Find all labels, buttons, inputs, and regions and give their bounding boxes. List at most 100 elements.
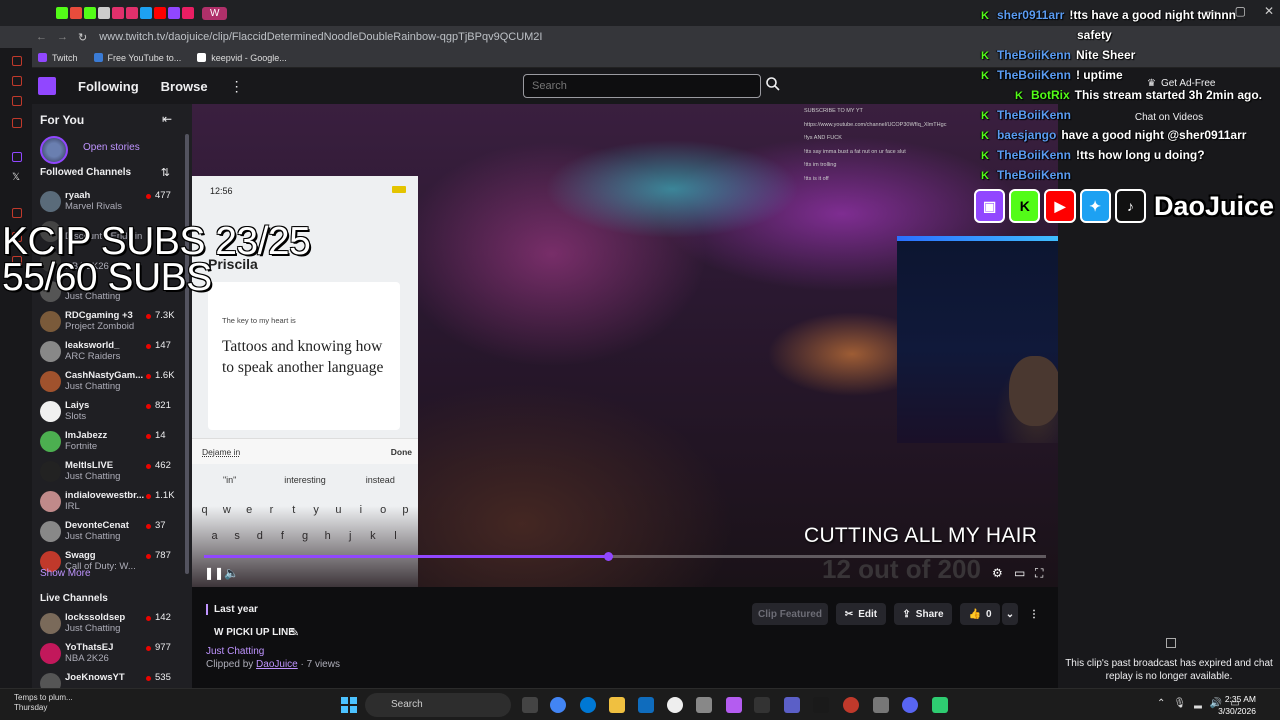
search-input[interactable] bbox=[523, 74, 761, 98]
channel-item[interactable]: CashNastyGam... Just Chatting 1.6K bbox=[40, 368, 184, 398]
typed-message: Dejame in bbox=[202, 447, 241, 457]
reload-icon[interactable]: ↻ bbox=[78, 31, 87, 44]
app-icon[interactable] bbox=[12, 56, 22, 66]
windows-start-icon[interactable] bbox=[341, 697, 357, 713]
app-icon[interactable] bbox=[696, 697, 712, 713]
edit-button[interactable]: ✂ Edit bbox=[836, 603, 886, 625]
theatre-mode-icon[interactable]: ▭ bbox=[1014, 566, 1025, 580]
app-icon[interactable] bbox=[873, 697, 889, 713]
nav-following[interactable]: Following bbox=[78, 79, 139, 94]
share-button[interactable]: ⇪ Share bbox=[894, 603, 952, 625]
twitch-icon[interactable] bbox=[12, 152, 22, 162]
x-icon[interactable]: 𝕏 bbox=[12, 172, 20, 183]
opera-icon[interactable] bbox=[843, 697, 859, 713]
taskbar-clock[interactable]: 2:35 AM 3/30/2026 bbox=[1218, 693, 1256, 717]
url-text[interactable]: www.twitch.tv/daojuice/clip/FlaccidDeter… bbox=[99, 31, 542, 43]
file-explorer-icon[interactable] bbox=[609, 697, 625, 713]
collapse-sidebar-icon[interactable]: ⇤ bbox=[162, 112, 172, 126]
twitch-logo-icon[interactable] bbox=[38, 77, 56, 95]
video-progress-bar[interactable] bbox=[204, 552, 1046, 561]
tab-favicon-icon[interactable] bbox=[182, 7, 194, 19]
forward-icon[interactable]: → bbox=[57, 31, 68, 43]
tab-favicon-icon[interactable] bbox=[98, 7, 110, 19]
discord-icon[interactable] bbox=[902, 697, 918, 713]
weather-widget[interactable]: Temps to plum... Thursday bbox=[14, 693, 73, 713]
tab-favicon-icon[interactable] bbox=[56, 7, 68, 19]
channel-item[interactable]: ryaah Marvel Rivals 477 bbox=[40, 188, 184, 218]
app-icon[interactable] bbox=[12, 208, 22, 218]
app-icon[interactable] bbox=[12, 96, 22, 106]
settings-icon[interactable]: ⚙ bbox=[992, 566, 1003, 580]
teams-icon[interactable] bbox=[784, 697, 800, 713]
back-icon[interactable]: ← bbox=[36, 31, 47, 43]
channel-item[interactable]: RDCgaming +3 Project Zomboid 7.3K bbox=[40, 308, 184, 338]
mic-icon[interactable]: 🎙 bbox=[1173, 698, 1186, 709]
video-progress-handle[interactable] bbox=[604, 552, 614, 561]
bookmark-youtube-converter[interactable]: Free YouTube to... bbox=[93, 53, 181, 63]
chat-username: BotRix bbox=[1030, 88, 1070, 102]
app-icon[interactable] bbox=[12, 76, 22, 86]
tab-strip[interactable]: W bbox=[0, 6, 228, 20]
taskbar-search[interactable]: Search bbox=[365, 693, 511, 717]
tab-favicon-icon[interactable] bbox=[168, 7, 180, 19]
clip-category-link[interactable]: Just Chatting bbox=[206, 646, 264, 657]
task-view-icon[interactable] bbox=[522, 697, 538, 713]
terminal-icon[interactable] bbox=[754, 697, 770, 713]
chevron-up-icon[interactable]: ⌃ bbox=[1157, 698, 1165, 709]
more-icon[interactable]: ⋮ bbox=[230, 78, 244, 95]
tab-favicon-icon[interactable] bbox=[70, 7, 82, 19]
app-icon[interactable] bbox=[667, 697, 683, 713]
bookmark-keepvid[interactable]: keepvid - Google... bbox=[197, 53, 287, 63]
chat-expired-message: This clip's past broadcast has expired a… bbox=[1065, 658, 1273, 682]
volume-icon[interactable]: 🔈 bbox=[224, 566, 239, 580]
tab-favicon-icon[interactable] bbox=[112, 7, 124, 19]
open-stories-link[interactable]: Open stories bbox=[83, 142, 140, 153]
pause-icon[interactable]: ❚❚ bbox=[204, 566, 224, 580]
clipped-by: Clipped by DaoJuice · 7 views bbox=[206, 659, 340, 670]
app-icon[interactable] bbox=[12, 118, 22, 128]
chat-text: have a good night @sher0911arr bbox=[1061, 128, 1247, 142]
wifi-icon[interactable]: ▂ bbox=[1194, 698, 1202, 709]
bookmark-twitch[interactable]: Twitch bbox=[38, 53, 78, 63]
stream-chat-message: K TheBoiiKenn bbox=[981, 108, 1076, 128]
channel-item[interactable]: indialovewestbr... IRL 1.1K bbox=[40, 488, 184, 518]
like-button[interactable]: 👍 0 bbox=[960, 603, 1000, 625]
sidebar-scrollbar[interactable] bbox=[185, 134, 189, 574]
channel-item[interactable]: YoThatsEJ NBA 2K26 977 bbox=[40, 640, 184, 670]
channel-item[interactable]: DevonteCenat Just Chatting 37 bbox=[40, 518, 184, 548]
kick-icon: K bbox=[981, 150, 989, 162]
channel-item[interactable]: Laiys Slots 821 bbox=[40, 398, 184, 428]
like-options-button[interactable]: ⌄ bbox=[1002, 603, 1018, 625]
channel-item[interactable]: lockssoldsep Just Chatting 142 bbox=[40, 610, 184, 640]
tiktok-icon: ♪ bbox=[1114, 189, 1146, 223]
google-icon bbox=[197, 53, 207, 62]
chrome-icon[interactable] bbox=[550, 697, 566, 713]
tab-favicon-icon[interactable] bbox=[154, 7, 166, 19]
fullscreen-icon[interactable]: ⛶ bbox=[1035, 566, 1043, 581]
keyboard-suggestions: "in" interesting instead bbox=[192, 475, 418, 497]
chat-icon bbox=[1166, 638, 1176, 648]
channel-item[interactable]: ImJabezz Fortnite 14 bbox=[40, 428, 184, 458]
outlook-icon[interactable] bbox=[638, 697, 654, 713]
app-icon[interactable] bbox=[932, 697, 948, 713]
app-icon[interactable] bbox=[726, 697, 742, 713]
chat-username: TheBoiiKenn bbox=[996, 168, 1071, 182]
more-options-icon[interactable]: ⋮ bbox=[1026, 603, 1042, 625]
clipper-link[interactable]: DaoJuice bbox=[256, 659, 298, 670]
channel-item[interactable]: MeltIsLIVE Just Chatting 462 bbox=[40, 458, 184, 488]
show-more-link[interactable]: Show More bbox=[40, 568, 91, 579]
tab-favicon-icon[interactable] bbox=[84, 7, 96, 19]
nav-browse[interactable]: Browse bbox=[161, 79, 208, 94]
app-icon[interactable] bbox=[813, 697, 829, 713]
search-icon[interactable] bbox=[765, 76, 781, 92]
channel-item[interactable]: leaksworld_ ARC Raiders 147 bbox=[40, 338, 184, 368]
tab-favicon-icon[interactable] bbox=[140, 7, 152, 19]
in-video-chat: SUBSCRIBE TO MY YT https://www.youtube.co… bbox=[804, 104, 946, 183]
sort-icon[interactable]: ⇅ bbox=[161, 166, 170, 179]
channel-item[interactable]: JoeKnowsYT 535 bbox=[40, 670, 184, 688]
active-tab[interactable]: W bbox=[202, 6, 228, 20]
edge-icon[interactable] bbox=[580, 697, 596, 713]
tab-favicon-icon[interactable] bbox=[126, 7, 138, 19]
edit-title-icon[interactable]: ✎ bbox=[290, 626, 299, 639]
stories-avatar[interactable] bbox=[40, 136, 68, 164]
